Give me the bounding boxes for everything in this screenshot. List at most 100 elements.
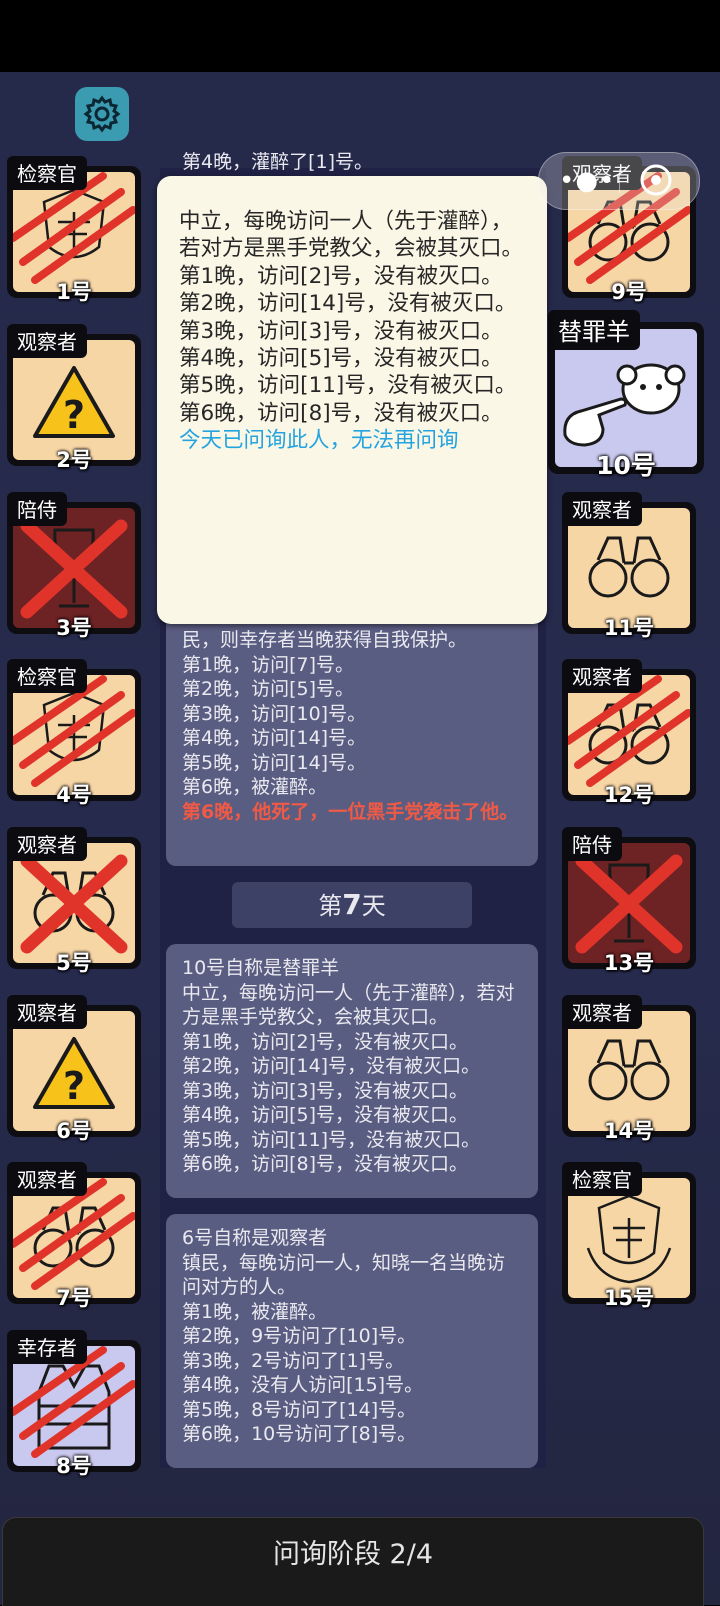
popup-description: 中立，每晚访问一人（先于灌醉），若对方是黑手党教父，会被其灭口。 <box>179 209 524 262</box>
role-label: 观察者 <box>7 827 87 861</box>
player-card-15[interactable]: 检察官 15号 <box>562 1162 696 1310</box>
log-line: 第3晚，访问[10]号。 <box>182 702 367 725</box>
player-card-8[interactable]: 幸存者 8号 <box>7 1330 141 1478</box>
log-line: 第1晚，访问[7]号。 <box>182 653 355 676</box>
cross-icon <box>20 854 128 954</box>
role-label: 观察者 <box>562 659 642 693</box>
death-notice: 第6晚，他死了，一位黑手党袭击了他。 <box>182 800 519 823</box>
player-number: 5号 <box>56 951 92 975</box>
player-number: 4号 <box>56 783 92 807</box>
player-card-14[interactable]: 观察者 14号 <box>562 995 696 1143</box>
player-number: 8号 <box>56 1454 92 1478</box>
settings-button[interactable] <box>75 87 129 141</box>
popup-note: 今天已问询此人，无法再问询 <box>179 428 459 454</box>
log-line: 第2晚，9号访问了[10]号。 <box>182 1325 417 1347</box>
card-portrait <box>568 1178 690 1298</box>
role-label: 替罪羊 <box>548 310 640 350</box>
player-number: 12号 <box>603 783 655 807</box>
claw-slash-icon <box>13 1178 135 1290</box>
claim-title: 10号自称是替罪羊 <box>182 957 340 979</box>
player-number: 14号 <box>603 1119 655 1143</box>
popup-line: 第2晚，访问[14]号，没有被灭口。 <box>179 291 517 317</box>
popup-line: 第3晚，访问[3]号，没有被灭口。 <box>179 318 503 344</box>
player-card-1[interactable]: 检察官 1号 <box>7 156 141 304</box>
binoculars-icon <box>588 536 670 598</box>
role-label: 观察者 <box>7 1162 87 1196</box>
player-number: 15号 <box>603 1286 655 1310</box>
log-line: 第4晚，没有人访问[15]号。 <box>182 1374 424 1396</box>
info-popup[interactable]: 中立，每晚访问一人（先于灌醉），若对方是黑手党教父，会被其灭口。 第1晚，访问[… <box>157 176 547 624</box>
log-line: 第5晚，访问[14]号。 <box>182 751 367 774</box>
card-portrait <box>13 1346 135 1466</box>
gear-icon <box>83 95 121 133</box>
player-number: 9号 <box>611 280 647 304</box>
svg-text:?: ? <box>63 1064 85 1108</box>
player-number: 6号 <box>56 1119 92 1143</box>
player-number: 2号 <box>56 448 92 472</box>
player-card-12[interactable]: 观察者 12号 <box>562 659 696 807</box>
role-label: 幸存者 <box>7 1330 87 1364</box>
log-line: 第3晚，2号访问了[1]号。 <box>182 1349 405 1372</box>
card-portrait: ? <box>13 1011 135 1131</box>
log-line: 第1晚，访问[2]号，没有被灭口。 <box>182 1030 469 1053</box>
player-card-4[interactable]: 检察官 4号 <box>7 659 141 807</box>
log-line: 第6晚，被灌醉。 <box>182 776 328 798</box>
role-label: 陪侍 <box>562 827 622 861</box>
role-label: 检察官 <box>7 156 87 190</box>
binoculars-icon <box>588 1039 670 1101</box>
cross-icon <box>20 519 128 619</box>
log-line: 第2晚，访问[14]号，没有被灭口。 <box>182 1055 481 1077</box>
card-portrait: ? <box>13 340 135 460</box>
popup-line: 第1晚，访问[2]号，没有被灭口。 <box>179 263 503 289</box>
log-entry-claim-10: 10号自称是替罪羊 中立，每晚访问一人（先于灌醉），若对方是黑手党教父，会被其灭… <box>166 944 538 1198</box>
log-line: 第2晚，访问[5]号。 <box>182 678 355 700</box>
log-line: 第6晚，访问[8]号，没有被灭口。 <box>182 1153 469 1175</box>
player-card-10[interactable]: 替罪羊 10号 <box>548 310 704 480</box>
card-portrait <box>13 1178 135 1298</box>
log-line: 第4晚，访问[5]号，没有被灭口。 <box>182 1104 469 1126</box>
svg-text:?: ? <box>63 393 85 437</box>
log-entry-claim-6: 6号自称是观察者 镇民，每晚访问一人，知晓一名当晚访问对方的人。 第1晚，被灌醉… <box>166 1214 538 1468</box>
role-label: 陪侍 <box>7 492 67 526</box>
day-number: 7 <box>342 888 362 921</box>
log-line: 第3晚，访问[3]号，没有被灭口。 <box>182 1079 469 1102</box>
target-icon[interactable] <box>639 163 673 197</box>
day-prefix: 第 <box>318 892 343 920</box>
popup-line: 第6晚，访问[8]号，没有被灭口。 <box>179 400 503 426</box>
player-number: 13号 <box>603 951 655 975</box>
card-portrait <box>13 675 135 795</box>
card-portrait <box>568 1011 690 1131</box>
log-line: 第6晚，10号访问了[8]号。 <box>182 1423 417 1445</box>
popup-line: 第5晚，访问[11]号，没有被灭口。 <box>179 373 517 399</box>
role-description: 镇民，每晚访问一人，知晓一名当晚访问对方的人。 <box>182 1251 506 1299</box>
player-card-2[interactable]: ? 观察者 2号 <box>7 324 141 472</box>
player-card-11[interactable]: 观察者 11号 <box>562 492 696 640</box>
card-portrait <box>13 508 135 628</box>
claw-slash-icon <box>13 172 135 284</box>
capsule-divider <box>619 169 620 193</box>
card-portrait <box>13 172 135 292</box>
player-number: 1号 <box>56 280 92 304</box>
claw-slash-icon <box>568 675 690 787</box>
phase-bar: 问询阶段 2/4 <box>2 1517 704 1606</box>
question-warning-icon: ? <box>33 1037 115 1109</box>
player-card-7[interactable]: 观察者 7号 <box>7 1162 141 1310</box>
player-card-5[interactable]: 观察者 5号 <box>7 827 141 975</box>
day-suffix: 天 <box>361 892 386 920</box>
player-card-13[interactable]: 陪侍 13号 <box>562 827 696 975</box>
log-entry-survivor: 民，则幸存者当晚获得自我保护。 第1晚，访问[7]号。 第2晚，访问[5]号。 … <box>166 612 538 866</box>
log-line: 第5晚，访问[11]号，没有被灭口。 <box>182 1128 481 1151</box>
role-label: 观察者 <box>562 995 642 1029</box>
claw-slash-icon <box>13 1346 135 1458</box>
claim-title: 6号自称是观察者 <box>182 1227 328 1249</box>
log-peek-line: 第4晚，灌醉了[1]号。 <box>182 151 374 173</box>
card-portrait <box>568 508 690 628</box>
player-number: 10号 <box>596 451 656 480</box>
player-number: 7号 <box>56 1286 92 1310</box>
more-dots-icon[interactable]: •●• <box>559 166 615 196</box>
player-card-3[interactable]: 陪侍 3号 <box>7 492 141 640</box>
question-warning-icon: ? <box>33 366 115 438</box>
player-card-6[interactable]: ? 观察者 6号 <box>7 995 141 1143</box>
role-description: 中立，每晚访问一人（先于灌醉），若对方是黑手党教父，会被其灭口。 <box>182 981 515 1029</box>
log-line: 民，则幸存者当晚获得自我保护。 <box>182 629 468 651</box>
